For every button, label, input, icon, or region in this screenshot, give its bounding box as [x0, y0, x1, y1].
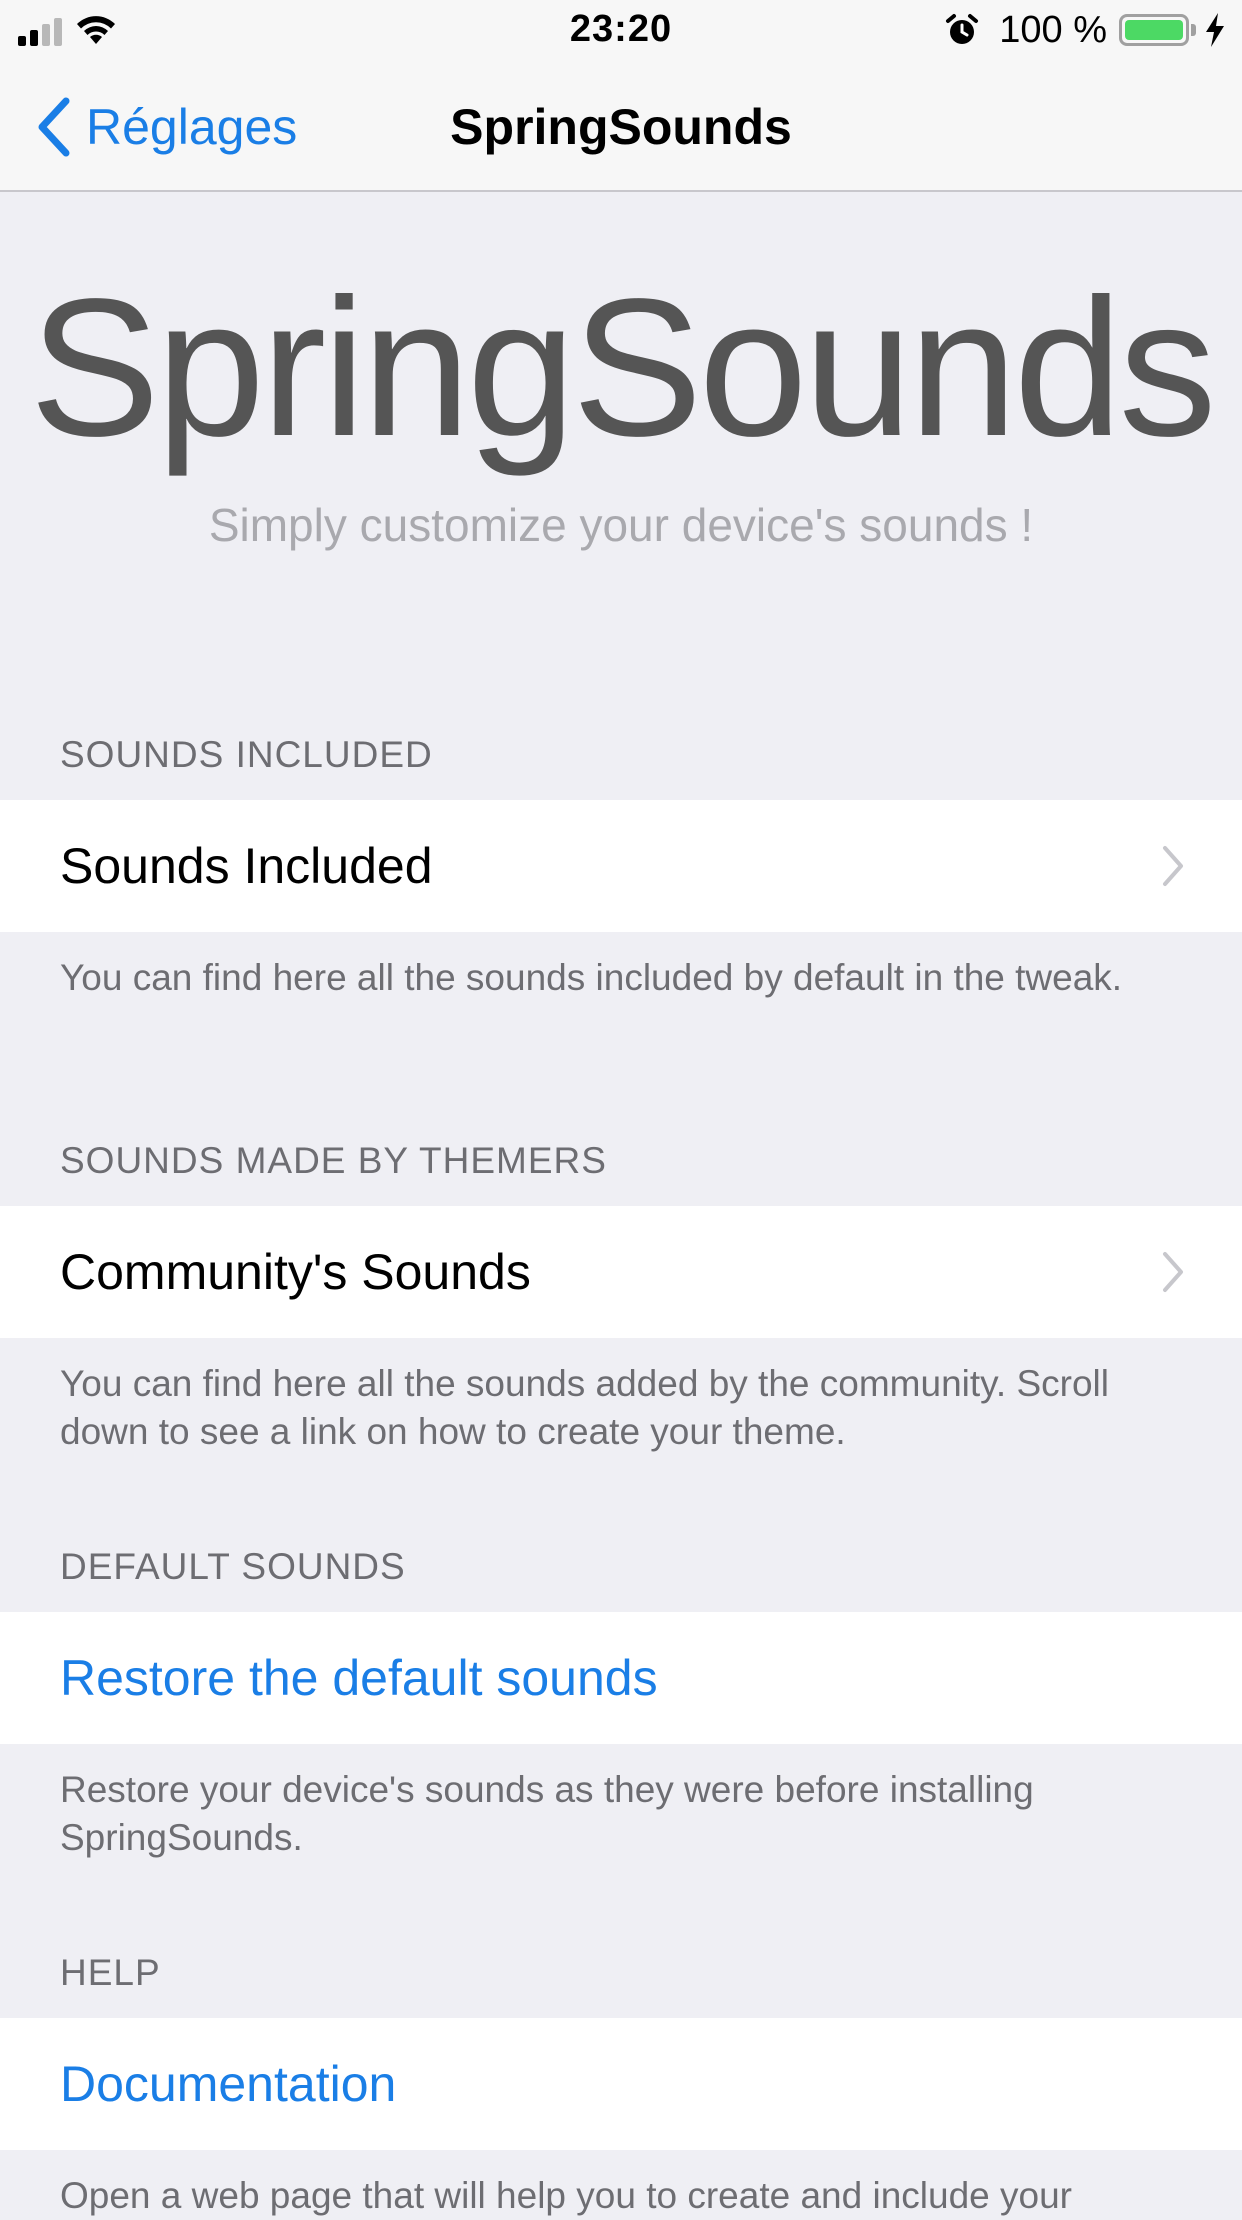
section-header-help: HELP	[60, 1952, 161, 1993]
cell-label: Restore the default sounds	[60, 1650, 658, 1706]
battery-percentage: 100 %	[999, 8, 1107, 51]
alarm-icon	[946, 14, 979, 44]
battery-icon	[1119, 14, 1189, 46]
cell-label: Community's Sounds	[60, 1244, 531, 1300]
restore-default-sounds-button[interactable]: Restore the default sounds	[0, 1612, 1242, 1744]
banner-title: SpringSounds	[29, 258, 1216, 477]
section-header-default-sounds: DEFAULT SOUNDS	[60, 1546, 406, 1587]
cell-label: Documentation	[60, 2056, 397, 2112]
section-footer: Open a web page that will help you to cr…	[60, 2175, 1072, 2216]
section-footer: Restore your device's sounds as they wer…	[60, 1769, 1034, 1858]
documentation-link[interactable]: Documentation	[0, 2018, 1242, 2150]
cell-label: Sounds Included	[60, 838, 433, 894]
status-bar: 23:20 100 %	[0, 0, 1242, 62]
section-header-sounds-included: SOUNDS INCLUDED	[60, 734, 433, 775]
section-header-sounds-made-by-themers: SOUNDS MADE BY THEMERS	[60, 1140, 607, 1181]
sounds-included-cell[interactable]: Sounds Included	[0, 800, 1242, 932]
chevron-right-icon	[1163, 846, 1183, 886]
header-banner: SpringSounds Simply customize your devic…	[0, 192, 1242, 552]
section-footer: You can find here all the sounds include…	[60, 957, 1123, 998]
nav-title: SpringSounds	[450, 99, 792, 155]
section-footer: You can find here all the sounds added b…	[60, 1363, 1109, 1452]
banner-subtitle: Simply customize your device's sounds !	[208, 499, 1034, 551]
battery-cap	[1191, 24, 1196, 36]
status-right: 100 %	[945, 8, 1226, 51]
battery-fill	[1125, 20, 1183, 40]
charging-bolt-icon	[1206, 13, 1224, 47]
communitys-sounds-cell[interactable]: Community's Sounds	[0, 1206, 1242, 1338]
chevron-right-icon	[1163, 1252, 1183, 1292]
navigation-bar: Réglages SpringSounds	[0, 62, 1242, 192]
